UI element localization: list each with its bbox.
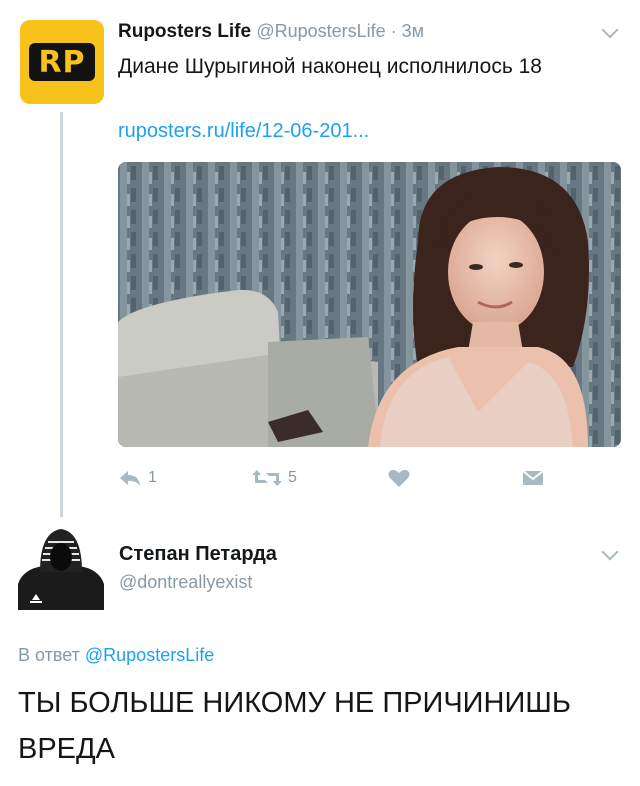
avatar[interactable]: RP	[20, 20, 104, 104]
avatar[interactable]	[18, 524, 104, 610]
author-handle[interactable]: @RupostersLife	[256, 21, 385, 41]
retweet-count: 5	[288, 469, 297, 486]
direct-message-button[interactable]	[522, 466, 544, 490]
reply-context: В ответ @RupostersLife	[18, 644, 214, 666]
reply-mention-link[interactable]: @RupostersLife	[85, 645, 214, 665]
tweet-link[interactable]: ruposters.ru/life/12-06-201...	[118, 118, 369, 144]
author-name[interactable]: Степан Петарда	[119, 542, 277, 566]
reply-button[interactable]: 1	[118, 466, 157, 490]
tweet-text: ТЫ БОЛЬШЕ НИКОМУ НЕ ПРИЧИНИШЬ ВРЕДА	[18, 687, 571, 765]
separator-dot: ·	[385, 21, 402, 41]
tweet-photo[interactable]	[118, 162, 621, 447]
tweet-text: Диане Шурыгиной наконец исполнилось 18	[118, 55, 542, 78]
chevron-down-icon[interactable]	[601, 21, 619, 39]
tweet-header: Ruposters Life @RupostersLife · 3м	[118, 19, 424, 44]
heart-icon	[388, 469, 410, 487]
chevron-down-icon[interactable]	[601, 543, 619, 561]
reply-prefix: В ответ	[18, 645, 85, 665]
like-button[interactable]	[388, 466, 410, 490]
timestamp[interactable]: 3м	[402, 21, 424, 41]
reply-icon	[120, 471, 140, 486]
photo-illustration	[118, 162, 621, 447]
avatar-hoodie-image	[18, 524, 104, 610]
avatar-logo-text: RP	[29, 43, 95, 81]
author-handle[interactable]: @dontreallyexist	[119, 571, 252, 593]
author-name[interactable]: Ruposters Life	[118, 21, 251, 42]
retweet-button[interactable]: 5	[252, 466, 297, 490]
thread-connector-line	[60, 112, 63, 517]
retweet-icon	[252, 470, 282, 486]
reply-count: 1	[148, 469, 157, 486]
message-icon	[522, 470, 544, 485]
